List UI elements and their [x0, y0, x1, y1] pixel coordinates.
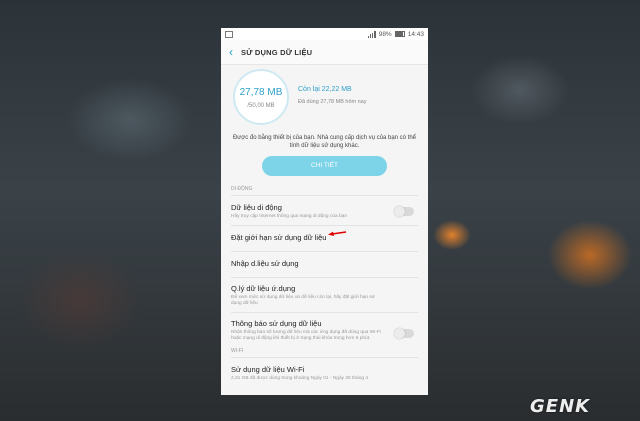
section-label-mobile: DI ĐỘNG [231, 186, 253, 192]
used-today: Đã dùng 27,78 MB hôm nay [298, 99, 367, 105]
row-subtitle: Để xem mức sử dụng dữ liệu và dữ liệu cò… [231, 295, 375, 306]
row-title: Sử dụng dữ liệu Wi-Fi [231, 365, 305, 374]
genk-logo: GENK [530, 396, 591, 417]
signal-icon [367, 30, 376, 38]
red-arrow-annotation [328, 231, 347, 236]
battery-percent: 98% [378, 30, 392, 38]
row-title: Đặt giới hạn sử dụng dữ liệu [231, 233, 327, 242]
set-data-limit-row[interactable]: Đặt giới hạn sử dụng dữ liệu [221, 233, 428, 242]
divider [231, 195, 418, 196]
data-notification-row[interactable]: Thông báo sử dụng dữ liệu Nhận thông báo… [221, 319, 428, 342]
battery-icon [394, 31, 405, 37]
divider [231, 357, 418, 358]
row-subtitle: Nhận thông báo số lượng dữ liệu mà các ứ… [231, 330, 381, 341]
mobile-data-row[interactable]: Dữ liệu di động Hãy truy cập Internet th… [221, 203, 428, 220]
row-title: Thông báo sử dụng dữ liệu [231, 319, 322, 328]
page-title: SỬ DỤNG DỮ LIỆU [241, 47, 313, 57]
remaining-amount: Còn lại 22,22 MB [298, 86, 352, 93]
data-notification-toggle[interactable] [394, 328, 414, 339]
row-title: Q.lý dữ liệu ứ.dụng [231, 284, 296, 293]
app-bar: ‹ SỬ DỤNG DỮ LIỆU [221, 40, 428, 65]
divider [231, 277, 418, 278]
usage-description: Được đo bằng thiết bị của bạn. Nhà cung … [232, 135, 417, 149]
back-arrow-icon[interactable]: ‹ [229, 46, 233, 58]
divider [231, 251, 418, 252]
divider [231, 225, 418, 226]
used-amount: 27,78 MB [239, 87, 283, 98]
mobile-data-toggle[interactable] [394, 206, 414, 217]
wifi-usage-row[interactable]: Sử dụng dữ liệu Wi-Fi 2,31 GB đã được dù… [221, 365, 428, 382]
row-subtitle: Hãy truy cập Internet thông qua mạng di … [231, 214, 348, 219]
section-label-wifi: WI-FI [231, 348, 244, 354]
usage-summary: 27,78 MB /50,00 MB Còn lại 22,22 MB Đã d… [221, 65, 428, 135]
limit-amount: /50,00 MB [247, 103, 275, 109]
status-bar: 98% 14:43 [221, 28, 428, 40]
clock: 14:43 [407, 30, 424, 38]
phone-screen: 98% 14:43 ‹ SỬ DỤNG DỮ LIỆU 27,78 MB /50… [221, 28, 428, 395]
row-title: Dữ liệu di động [231, 203, 282, 212]
divider [231, 312, 418, 313]
image-notification-icon [225, 30, 233, 38]
details-button[interactable]: CHI TIẾT [262, 156, 387, 176]
import-usage-row[interactable]: Nhập d.liệu sử dụng [221, 259, 428, 268]
usage-gauge: 27,78 MB /50,00 MB [233, 69, 289, 125]
row-title: Nhập d.liệu sử dụng [231, 259, 299, 268]
app-data-row[interactable]: Q.lý dữ liệu ứ.dụng Để xem mức sử dụng d… [221, 284, 428, 307]
row-subtitle: 2,31 GB đã được dùng trong khoảng Ngày 0… [231, 376, 369, 381]
